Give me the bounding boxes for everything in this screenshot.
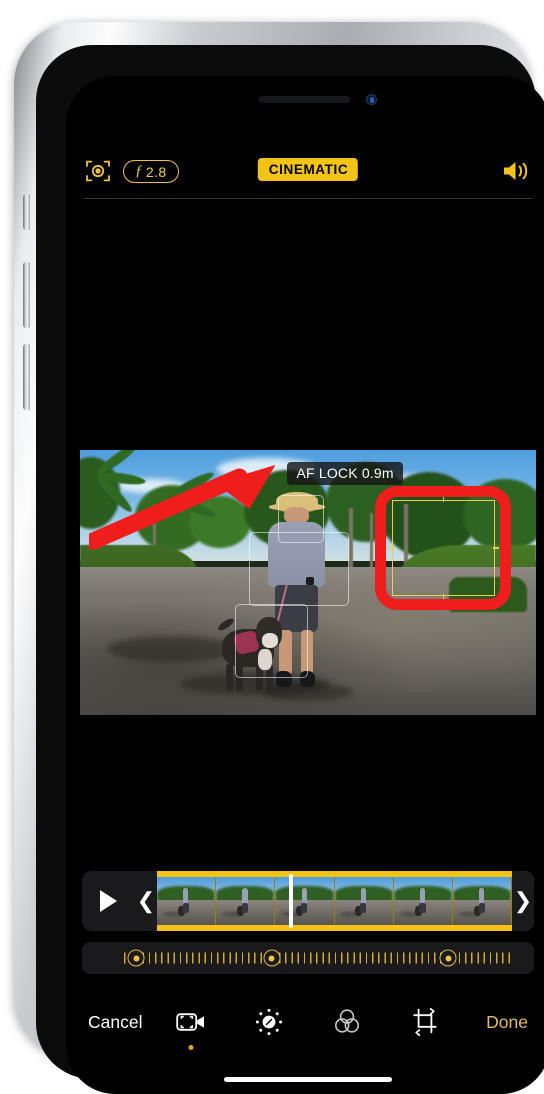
filters-circles-icon (334, 1009, 359, 1033)
filmstrip-panel[interactable]: ❮ ❯ (82, 871, 534, 931)
tool-icon-row (176, 1007, 440, 1050)
volume-down-button[interactable] (23, 344, 30, 410)
front-camera-icon (366, 94, 377, 105)
video-preview[interactable]: AF LOCK 0.9m (80, 450, 536, 715)
af-lock-badge: AF LOCK 0.9m (287, 461, 403, 485)
adjust-tool-button[interactable] (254, 1007, 284, 1037)
trim-track[interactable]: ❮ ❯ (135, 871, 534, 931)
filmstrip-frame[interactable] (157, 877, 217, 925)
cancel-button[interactable]: Cancel (88, 1012, 142, 1033)
active-tool-indicator-dot (188, 1045, 194, 1050)
app-topbar: ƒ 2.8 CINEMATIC (66, 144, 544, 200)
crop-rotate-icon (413, 1007, 437, 1037)
focus-keyframe-track[interactable] (82, 942, 534, 974)
trim-handle-left[interactable]: ❮ (135, 871, 157, 931)
focus-keyframe-marker[interactable] (263, 949, 281, 967)
focus-keyframe-marker[interactable] (439, 949, 457, 967)
focus-keyframe-marker[interactable] (127, 949, 145, 967)
volume-up-button[interactable] (23, 262, 30, 328)
topbar-divider (84, 198, 532, 199)
filmstrip-frame[interactable] (452, 877, 512, 925)
adjust-dial-icon (255, 1008, 283, 1036)
aperture-f-glyph: ƒ (135, 163, 143, 179)
device-bezel: ƒ 2.8 CINEMATIC AF LOCK 0.9m ❮ ❯ Cancel … (36, 45, 544, 1094)
cinematic-video-tool-button[interactable] (176, 1007, 206, 1050)
speaker-on-icon[interactable] (502, 158, 532, 184)
done-button[interactable]: Done (486, 1012, 528, 1033)
dog-leg (226, 663, 234, 691)
earpiece-speaker (258, 96, 351, 103)
aperture-value-label: 2.8 (145, 163, 167, 180)
annotation-highlight-rect (374, 485, 512, 611)
filmstrip-frame[interactable] (216, 877, 276, 925)
filters-tool-button[interactable] (332, 1007, 362, 1037)
bottom-toolbar: Cancel Done (66, 991, 544, 1053)
filmstrip-frames[interactable] (157, 877, 512, 925)
filmstrip-frame[interactable] (393, 877, 453, 925)
aperture-value-pill[interactable]: ƒ 2.8 (123, 160, 179, 183)
filmstrip-frame[interactable] (275, 877, 335, 925)
dog-tail (216, 616, 236, 633)
phone-screen: ƒ 2.8 CINEMATIC AF LOCK 0.9m ❮ ❯ Cancel … (66, 76, 544, 1094)
play-icon (100, 890, 117, 912)
playhead[interactable] (288, 874, 293, 928)
video-cinematic-icon (176, 1013, 204, 1031)
crop-tool-button[interactable] (410, 1007, 440, 1037)
tracking-box-body[interactable] (248, 532, 350, 607)
iphone-device-frame: ƒ 2.8 CINEMATIC AF LOCK 0.9m ❮ ❯ Cancel … (14, 22, 544, 1094)
silent-switch-button[interactable] (23, 194, 30, 230)
tree-trunk (349, 508, 354, 575)
tracking-box-dog[interactable] (235, 603, 308, 678)
play-button[interactable] (82, 871, 135, 931)
trim-handle-right[interactable]: ❯ (512, 871, 534, 931)
tree-trunk (369, 512, 373, 573)
depth-control-icon[interactable] (84, 157, 112, 185)
filmstrip-frame[interactable] (334, 877, 394, 925)
cinematic-mode-badge: CINEMATIC (257, 158, 359, 181)
